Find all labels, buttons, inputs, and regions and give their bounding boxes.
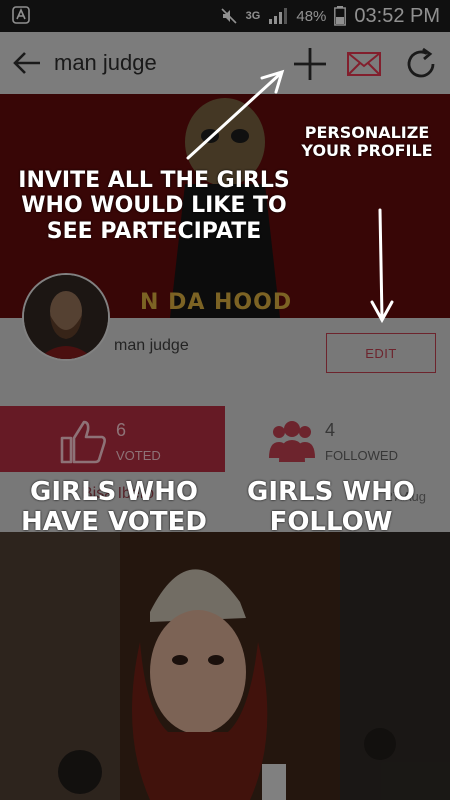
- hint-personalize-text: Personalize your profile: [301, 123, 433, 161]
- avatar[interactable]: [22, 273, 110, 361]
- app-notification-icon: [12, 6, 30, 24]
- stats-tabs: 6 VOTED 4 FOLLOWED: [0, 406, 450, 472]
- plus-icon[interactable]: [292, 46, 328, 82]
- network-type: 3G: [245, 10, 261, 22]
- thumbs-up-icon: [60, 420, 106, 464]
- tab-voted[interactable]: 6 VOTED: [0, 406, 225, 472]
- voted-count: 6: [116, 420, 127, 440]
- followed-count: 4: [325, 420, 336, 440]
- refresh-icon[interactable]: [403, 46, 439, 82]
- followed-label: FOLLOWED: [325, 448, 398, 463]
- status-bar: 3G 48% 03:52 PM: [0, 0, 450, 32]
- mail-icon[interactable]: [346, 46, 382, 82]
- signal-icon: [269, 8, 288, 24]
- profile-name: man judge: [114, 337, 189, 354]
- avatar-photo: [24, 275, 108, 359]
- hint-voted-text: Girls who have voted: [21, 477, 207, 537]
- clock: 03:52 PM: [354, 4, 440, 27]
- battery-icon: [334, 6, 347, 26]
- hint-invite-text: Invite all the girls who would like to s…: [18, 168, 290, 244]
- back-arrow-icon[interactable]: [10, 46, 44, 80]
- cover-banner-text: N DA HOOD: [140, 290, 293, 315]
- app-toolbar: man judge: [0, 32, 450, 94]
- page-title: man judge: [54, 50, 157, 75]
- mute-icon: [221, 8, 237, 24]
- group-icon: [269, 421, 315, 462]
- feed-photo-art: [0, 532, 450, 800]
- feed-photo[interactable]: [0, 532, 450, 800]
- battery-percent: 48%: [296, 7, 327, 25]
- edit-profile-button[interactable]: EDIT: [326, 333, 436, 373]
- tab-followed[interactable]: 4 FOLLOWED: [225, 406, 450, 472]
- hint-follow-text: Girls who follow: [247, 477, 415, 537]
- voted-label: VOTED: [116, 448, 161, 463]
